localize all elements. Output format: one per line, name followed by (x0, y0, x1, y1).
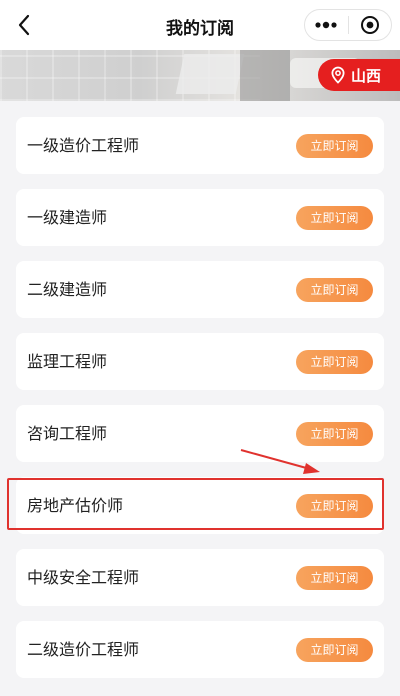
subscription-name: 一级建造师 (27, 208, 108, 227)
close-button[interactable] (348, 10, 391, 40)
subscription-item[interactable]: 一级建造师 立即订阅 (16, 189, 384, 246)
subscription-item[interactable]: 咨询工程师 立即订阅 (16, 405, 384, 462)
subscription-item[interactable]: 房地产估价师 立即订阅 (16, 477, 384, 534)
subscribe-button[interactable]: 立即订阅 (296, 638, 373, 662)
banner-decoration (175, 54, 245, 94)
subscription-name: 咨询工程师 (27, 424, 108, 443)
location-city: 山西 (351, 66, 382, 85)
navigation-bar: 我的订阅 (0, 0, 400, 50)
subscription-item[interactable]: 监理工程师 立即订阅 (16, 333, 384, 390)
subscribe-button[interactable]: 立即订阅 (296, 422, 373, 446)
subscribe-button[interactable]: 立即订阅 (296, 350, 373, 374)
more-button[interactable] (305, 10, 348, 40)
subscribe-button[interactable]: 立即订阅 (296, 566, 373, 590)
subscribe-button[interactable]: 立即订阅 (296, 206, 373, 230)
mini-program-capsule (304, 9, 392, 41)
subscription-item[interactable]: 中级安全工程师 立即订阅 (16, 549, 384, 606)
subscription-name: 中级安全工程师 (27, 568, 140, 587)
close-circle-icon (360, 16, 379, 34)
subscription-name: 二级建造师 (27, 280, 108, 299)
subscribe-button[interactable]: 立即订阅 (296, 494, 373, 518)
location-selector[interactable]: 山西 (318, 59, 400, 91)
subscription-item[interactable]: 一级造价工程师 立即订阅 (16, 117, 384, 174)
location-pin-icon (331, 66, 345, 84)
subscription-name: 一级造价工程师 (27, 136, 140, 155)
more-dots-icon (315, 21, 337, 29)
banner-decoration (240, 50, 290, 101)
subscribe-button[interactable]: 立即订阅 (296, 134, 373, 158)
subscribe-button[interactable]: 立即订阅 (296, 278, 373, 302)
subscription-name: 监理工程师 (27, 352, 108, 371)
subscription-name: 房地产估价师 (27, 496, 124, 515)
subscription-item[interactable]: 二级建造师 立即订阅 (16, 261, 384, 318)
subscription-name: 二级造价工程师 (27, 640, 140, 659)
subscription-item[interactable]: 二级造价工程师 立即订阅 (16, 621, 384, 678)
